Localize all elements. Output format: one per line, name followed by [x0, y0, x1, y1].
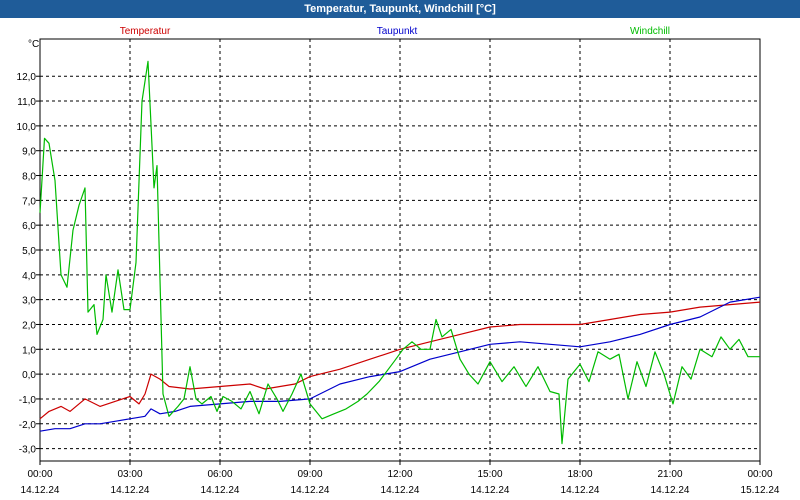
y-tick-label: 5,0 [22, 246, 36, 257]
x-tick-label-time: 12:00 [387, 469, 412, 480]
y-tick-label: 6,0 [22, 221, 36, 232]
x-tick-label-date: 15.12.24 [741, 485, 780, 496]
x-tick-label-time: 03:00 [117, 469, 142, 480]
y-tick-label: 1,0 [22, 345, 36, 356]
y-tick-label: 2,0 [22, 320, 36, 331]
y-tick-label: -2,0 [19, 420, 37, 431]
y-tick-label: 11,0 [17, 97, 36, 108]
y-tick-label: 8,0 [22, 172, 36, 183]
y-tick-label: 3,0 [22, 296, 36, 307]
x-tick-label-date: 14.12.24 [201, 485, 240, 496]
x-tick-label-time: 18:00 [567, 469, 592, 480]
legend-entry-temperatur: Temperatur [120, 26, 171, 37]
x-tick-label-time: 06:00 [207, 469, 232, 480]
y-tick-label: -3,0 [19, 445, 37, 456]
y-tick-label: 7,0 [22, 196, 36, 207]
line-chart: 00:00 14.12.24 03:00 14.12.24 06:00 14.12.24 0… [17, 26, 780, 496]
x-tick-label-date: 14.12.24 [471, 485, 510, 496]
x-tick-label-date: 14.12.24 [21, 485, 60, 496]
x-tick-label-time: 00:00 [747, 469, 772, 480]
x-tick-label-date: 14.12.24 [111, 485, 150, 496]
y-axis-unit: °C [28, 39, 39, 50]
y-tick-label: 9,0 [22, 147, 36, 158]
y-tick-label: 0,0 [22, 370, 36, 381]
legend-entry-taupunkt: Taupunkt [377, 26, 418, 37]
y-tick-label: 10,0 [17, 122, 37, 133]
x-tick-label-date: 14.12.24 [381, 485, 420, 496]
chart-window: Temperatur, Taupunkt, Windchill [°C] 00:… [0, 0, 800, 500]
x-tick-label-date: 14.12.24 [561, 485, 600, 496]
y-tick-label: -1,0 [19, 395, 37, 406]
x-tick-label-time: 21:00 [657, 469, 682, 480]
x-tick-label-date: 14.12.24 [291, 485, 330, 496]
x-tick-label-date: 14.12.24 [651, 485, 690, 496]
y-tick-label: 4,0 [22, 271, 36, 282]
x-tick-label-time: 00:00 [27, 469, 52, 480]
x-tick-label-time: 09:00 [297, 469, 322, 480]
legend-entry-windchill: Windchill [630, 26, 670, 37]
x-tick-label-time: 15:00 [477, 469, 502, 480]
y-tick-label: 12,0 [17, 72, 37, 83]
